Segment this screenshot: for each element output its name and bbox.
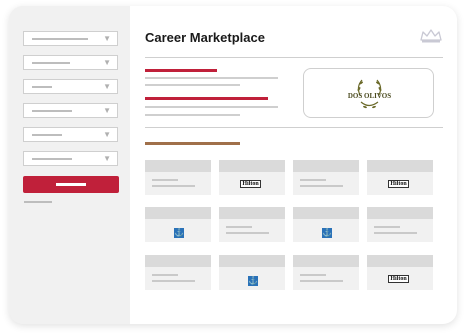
crown-icon [420,29,442,43]
hilton-logo: Hilton [388,180,409,188]
reset-link[interactable] [24,201,52,203]
featured-heading-1 [145,69,217,72]
card-header [367,255,433,267]
card-header [219,255,285,267]
filter-select-6[interactable]: ▼ [23,151,118,166]
filter-sidebar: ▼ ▼ ▼ ▼ ▼ ▼ [9,6,130,324]
chevron-down-icon: ▼ [103,130,111,139]
job-card[interactable]: ⚓ [219,255,285,290]
card-header [145,160,211,172]
card-line [152,274,178,276]
card-line [300,274,326,276]
job-card[interactable]: ⚓ [145,207,211,242]
app-window: ▼ ▼ ▼ ▼ ▼ ▼ Career Marketplace DOS OLIVO… [9,6,457,324]
filter-select-5[interactable]: ▼ [23,127,118,142]
filter-select-3[interactable]: ▼ [23,79,118,94]
anchor-icon: ⚓ [174,228,184,238]
button-label-placeholder [56,183,86,186]
text-line [145,114,240,116]
placeholder-line [32,158,72,160]
chevron-down-icon: ▼ [103,58,111,67]
page-title: Career Marketplace [145,30,265,45]
card-line [226,226,252,228]
placeholder-line [32,110,72,112]
chevron-down-icon: ▼ [103,154,111,163]
placeholder-line [32,62,70,64]
hilton-logo: Hilton [240,180,261,188]
card-header [367,160,433,172]
job-card[interactable]: ⚓ [293,207,359,242]
featured-logo-name: DOS OLIVOS [348,92,391,100]
card-line [226,232,269,234]
job-card[interactable]: Hilton [367,255,433,290]
job-card[interactable]: Hilton [219,160,285,195]
filter-select-4[interactable]: ▼ [23,103,118,118]
placeholder-line [32,134,62,136]
job-card[interactable] [293,160,359,195]
card-header [145,255,211,267]
placeholder-line [32,38,88,40]
main-panel: Career Marketplace DOS OLIVOS Hilton Hil… [130,6,457,324]
job-card[interactable] [145,255,211,290]
card-header [293,207,359,219]
card-line [152,280,195,282]
chevron-down-icon: ▼ [103,34,111,43]
card-line [374,232,417,234]
card-line [300,185,343,187]
featured-heading-2 [145,97,268,100]
chevron-down-icon: ▼ [103,106,111,115]
card-header [219,207,285,219]
job-card[interactable] [293,255,359,290]
job-card[interactable] [145,160,211,195]
placeholder-line [32,86,52,88]
anchor-icon: ⚓ [322,228,332,238]
featured-logo-card[interactable]: DOS OLIVOS [303,68,434,118]
search-button[interactable] [23,176,119,193]
card-line [152,185,195,187]
card-line [374,226,400,228]
job-card[interactable] [367,207,433,242]
header-divider [145,57,443,58]
job-card[interactable] [219,207,285,242]
olive-wreath-icon: DOS OLIVOS [348,79,391,109]
card-header [293,255,359,267]
chevron-down-icon: ▼ [103,82,111,91]
anchor-icon: ⚓ [248,276,258,286]
card-header [145,207,211,219]
text-line [145,106,278,108]
section-heading [145,142,240,145]
card-header [367,207,433,219]
filter-select-1[interactable]: ▼ [23,31,118,46]
filter-select-2[interactable]: ▼ [23,55,118,70]
text-line [145,77,278,79]
section-divider [145,127,443,128]
job-card[interactable]: Hilton [367,160,433,195]
hilton-logo: Hilton [388,275,409,283]
card-line [300,280,343,282]
card-line [152,179,178,181]
card-line [300,179,326,181]
card-header [293,160,359,172]
card-header [219,160,285,172]
text-line [145,84,240,86]
